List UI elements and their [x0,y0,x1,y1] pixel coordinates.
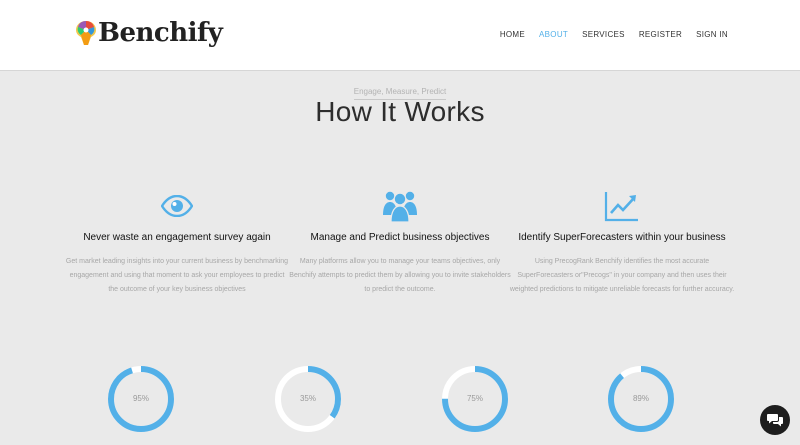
gauge-label: 89% [632,394,649,403]
progress-gauge: 89% [606,364,676,434]
progress-gauge: 75% [440,364,510,434]
brain-logo-icon [76,21,96,45]
nav-sign-in[interactable]: SIGN IN [696,30,728,39]
feature-title: Identify SuperForecasters within your bu… [518,232,726,243]
gauge-label: 75% [466,394,483,403]
page-title: How It Works [315,96,485,127]
brand-name: Benchify [98,18,223,48]
gauge-label: 95% [132,394,149,403]
brand-logo[interactable]: Benchify [74,18,223,48]
feature-body: Many platforms allow you to manage your … [289,258,511,293]
trend-chart-icon [509,188,735,224]
nav-about[interactable]: ABOUT [539,30,568,39]
feature-superforecasters: Identify SuperForecasters within your bu… [509,188,735,297]
progress-gauge: 95% [106,364,176,434]
nav-home[interactable]: HOME [500,30,525,39]
feature-title: Manage and Predict business objectives [310,232,490,243]
feature-title: Never waste an engagement survey again [83,232,271,243]
progress-gauge: 35% [273,364,343,434]
feature-objectives: Manage and Predict business objectives M… [287,188,513,297]
feature-body: Get market leading insights into your cu… [65,258,289,293]
feature-engagement: Never waste an engagement survey again G… [64,188,290,297]
feature-body: Using PrecogRank Benchify identifies the… [509,258,735,293]
eye-icon [64,188,290,224]
main-nav: HOME ABOUT SERVICES REGISTER SIGN IN [500,30,728,39]
gauge-label: 35% [299,394,316,403]
chat-launcher-button[interactable] [760,405,790,435]
nav-services[interactable]: SERVICES [582,30,625,39]
top-navbar: Benchify HOME ABOUT SERVICES REGISTER SI… [0,0,800,71]
chat-bubbles-icon [767,414,783,427]
group-users-icon [287,188,513,224]
nav-register[interactable]: REGISTER [639,30,682,39]
